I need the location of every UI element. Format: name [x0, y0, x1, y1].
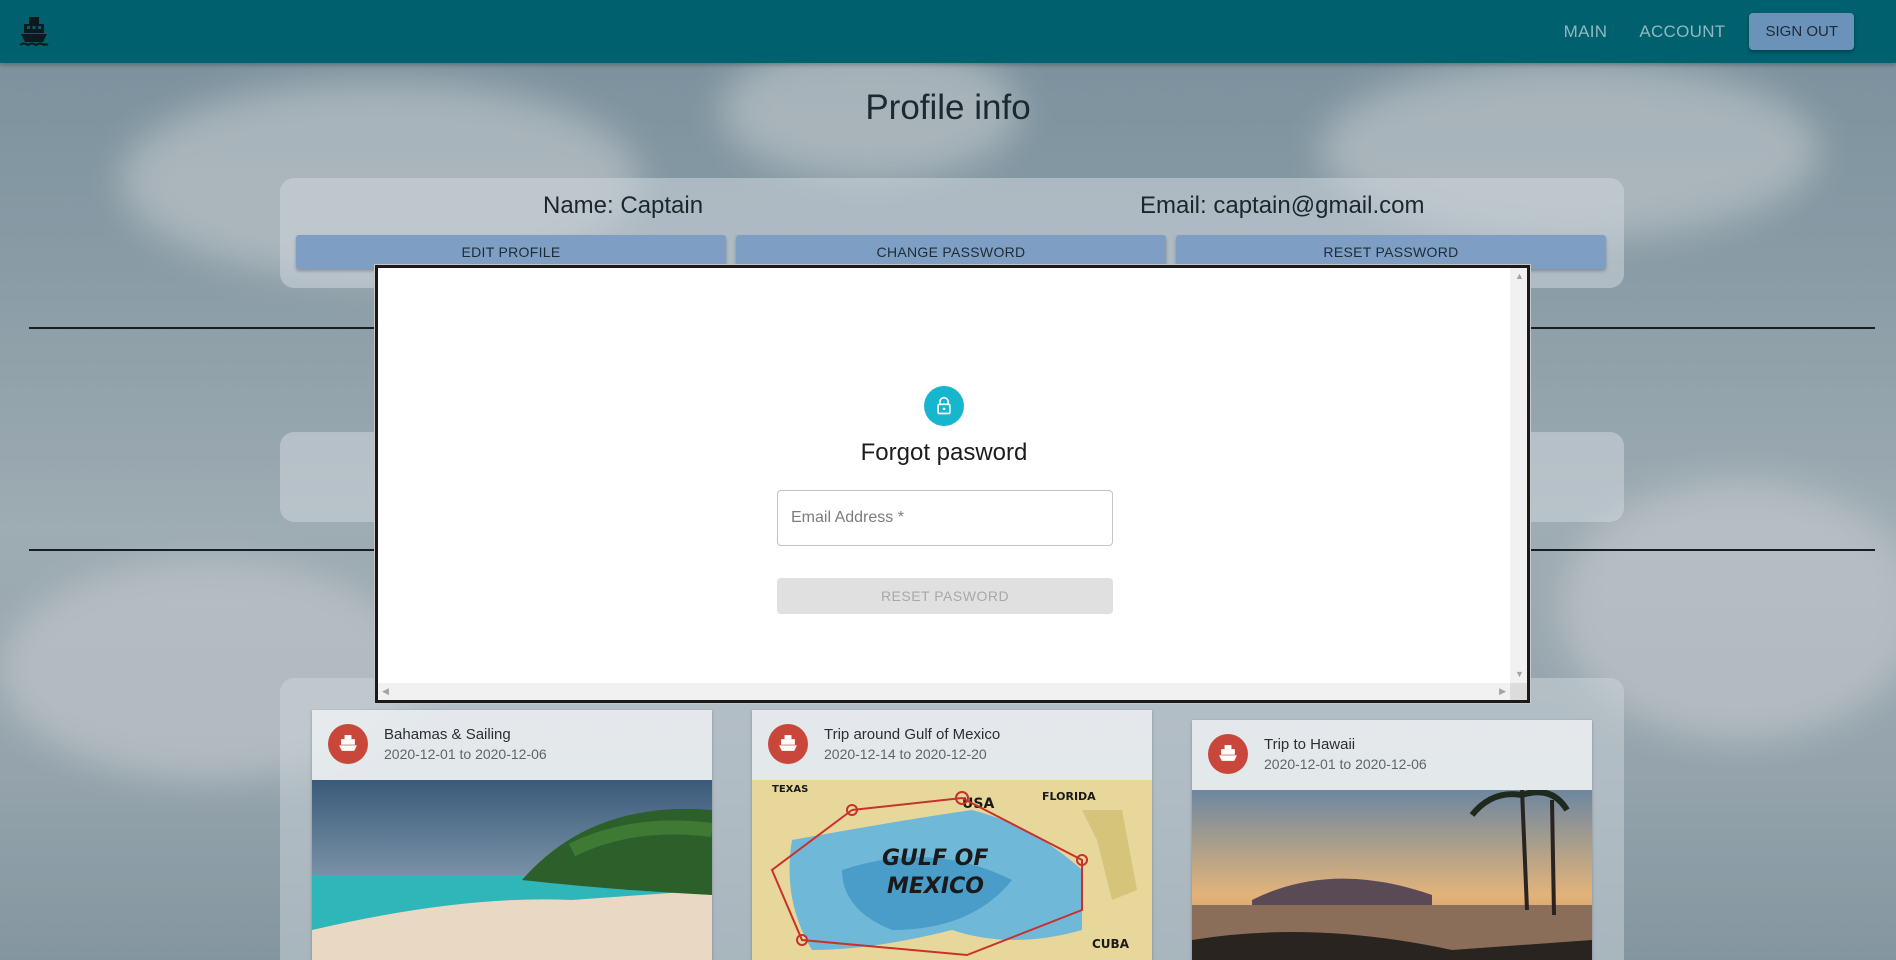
ship-icon [779, 735, 797, 751]
trip-title: Bahamas & Sailing [384, 726, 511, 743]
nav-account-link[interactable]: ACCOUNT [1623, 14, 1741, 50]
scroll-down-arrow-icon[interactable]: ▼ [1515, 670, 1524, 679]
vertical-scrollbar[interactable]: ▲ ▼ [1510, 268, 1527, 685]
scroll-up-arrow-icon[interactable]: ▲ [1515, 272, 1524, 281]
reset-password-button[interactable]: RESET PASSWORD [1176, 235, 1606, 269]
map-label-cuba: CUBA [1092, 937, 1130, 951]
ship-icon [1219, 745, 1237, 761]
nav-main-link[interactable]: MAIN [1548, 14, 1624, 50]
lock-icon [937, 396, 951, 415]
reset-password-submit-button[interactable]: RESET PASWORD [777, 578, 1113, 614]
trip-card-hawaii[interactable]: Trip to Hawaii 2020-12-01 to 2020-12-06 [1192, 720, 1592, 960]
map-image: GULF OF MEXICO USA FLORIDA TEXAS CUBA [752, 780, 1152, 960]
edit-profile-button[interactable]: EDIT PROFILE [296, 235, 726, 269]
trip-dates: 2020-12-01 to 2020-12-06 [384, 746, 547, 762]
change-password-button[interactable]: CHANGE PASSWORD [736, 235, 1166, 269]
trip-dates: 2020-12-14 to 2020-12-20 [824, 746, 987, 762]
trip-title: Trip around Gulf of Mexico [824, 726, 1001, 743]
sunset-image [1192, 790, 1592, 960]
sign-out-button[interactable]: SIGN OUT [1749, 13, 1854, 50]
lock-avatar [924, 386, 964, 426]
trip-avatar [328, 724, 368, 764]
nav-links: MAIN ACCOUNT SIGN OUT [1548, 13, 1854, 50]
top-navbar: MAIN ACCOUNT SIGN OUT [0, 0, 1896, 63]
map-label-mexico: MEXICO [887, 874, 984, 899]
scroll-right-arrow-icon[interactable]: ▶ [1499, 687, 1506, 696]
email-field[interactable] [777, 490, 1113, 546]
trip-dates: 2020-12-01 to 2020-12-06 [1264, 756, 1427, 772]
profile-email: Email: captain@gmail.com [1140, 192, 1425, 219]
map-label-florida: FLORIDA [1042, 790, 1096, 803]
trip-avatar [768, 724, 808, 764]
horizontal-scrollbar[interactable]: ◀ ▶ [378, 683, 1510, 700]
trip-avatar [1208, 734, 1248, 774]
profile-name: Name: Captain [543, 192, 704, 219]
page-title: Profile info [865, 88, 1031, 127]
beach-image [312, 780, 712, 960]
map-label-gulf: GULF OF [882, 846, 988, 871]
map-label-texas: TEXAS [772, 784, 808, 795]
trips-card: Bahamas & Sailing 2020-12-01 to 2020-12-… [280, 678, 1624, 960]
scrollbar-corner [1510, 683, 1527, 700]
email-input[interactable] [778, 491, 1112, 545]
map-label-usa: USA [962, 796, 994, 812]
trip-card-bahamas[interactable]: Bahamas & Sailing 2020-12-01 to 2020-12-… [312, 710, 712, 960]
trip-title: Trip to Hawaii [1264, 736, 1356, 753]
ship-icon [339, 735, 357, 751]
forgot-password-modal: Forgot pasword RESET PASWORD ▲ ▼ ◀ ▶ [375, 265, 1530, 703]
scroll-left-arrow-icon[interactable]: ◀ [382, 687, 389, 696]
trip-card-gulf-of-mexico[interactable]: Trip around Gulf of Mexico 2020-12-14 to… [752, 710, 1152, 960]
modal-title: Forgot pasword [860, 439, 1028, 466]
ship-icon[interactable] [18, 15, 50, 47]
